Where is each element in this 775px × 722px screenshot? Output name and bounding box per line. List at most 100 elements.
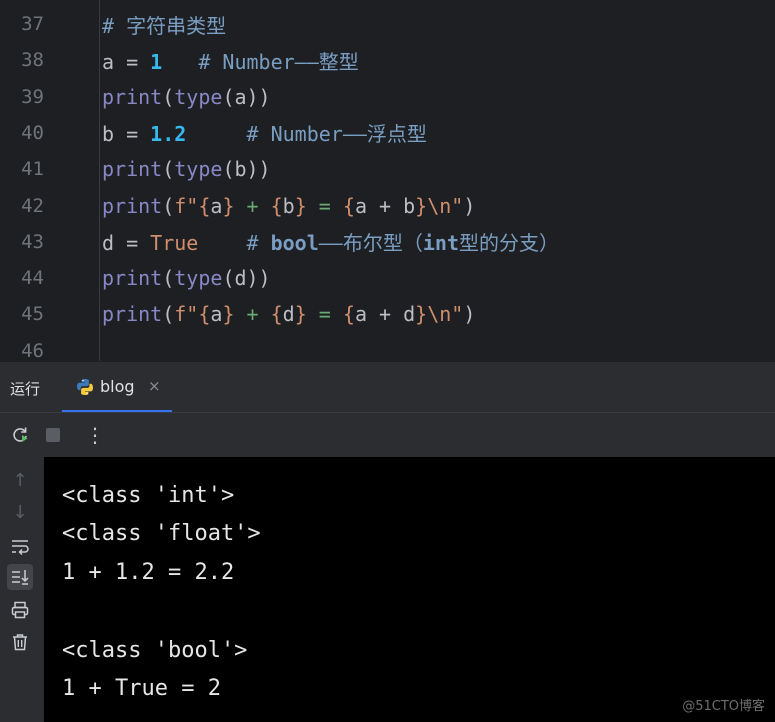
- code-token: ": [451, 302, 464, 327]
- code-token: {: [342, 302, 355, 327]
- line-code: print(type(d)): [102, 266, 271, 290]
- line-code: print(f"{a} + {b} = {a + b}\n"): [102, 194, 475, 218]
- code-token: 整型: [318, 49, 359, 74]
- console-line: <class 'int'>: [62, 483, 235, 508]
- code-token: #: [198, 231, 271, 256]
- scroll-up-button[interactable]: ↑: [7, 467, 33, 493]
- code-token: print: [102, 84, 163, 109]
- code-token: (: [162, 84, 175, 109]
- scroll-to-end-icon: [12, 570, 29, 585]
- code-token: a: [210, 193, 223, 218]
- code-token: int: [422, 231, 459, 256]
- code-editor[interactable]: 37 # 字符串类型 38 a = 1 # Number——整型 39 print(typ…: [0, 0, 775, 361]
- watermark: @51CTO博客: [682, 699, 765, 714]
- close-icon[interactable]: ×: [148, 377, 161, 395]
- kebab-icon: ⋮: [85, 423, 105, 447]
- line-code: # 字符串类型: [102, 10, 226, 39]
- scroll-down-button[interactable]: ↓: [7, 499, 33, 525]
- line-number: 40: [21, 121, 44, 144]
- stop-button[interactable]: [41, 423, 65, 447]
- clear-all-button[interactable]: [7, 629, 33, 655]
- code-token: type: [174, 157, 223, 182]
- soft-wrap-button[interactable]: [7, 533, 33, 559]
- code-token: }: [222, 193, 235, 218]
- print-button[interactable]: [7, 597, 33, 623]
- code-line[interactable]: 43 d = True # bool——布尔型（int型的分支）: [0, 224, 775, 260]
- code-token: print: [102, 157, 163, 182]
- ide-window: 37 # 字符串类型 38 a = 1 # Number——整型 39 print(typ…: [0, 0, 775, 722]
- code-token: (a)): [222, 84, 271, 109]
- line-number: 39: [21, 85, 44, 108]
- code-token: }: [415, 302, 428, 327]
- run-panel-label: 运行: [10, 380, 41, 398]
- code-token: 型的分支）: [458, 231, 559, 256]
- python-icon: [77, 379, 93, 395]
- arrow-down-icon: ↓: [12, 501, 28, 523]
- code-token: 浮点型: [366, 122, 427, 147]
- code-token: a + b: [354, 193, 416, 218]
- code-token: (: [162, 302, 175, 327]
- code-line[interactable]: 45 print(f"{a} + {d} = {a + d}\n"): [0, 296, 775, 332]
- console-line: <class 'float'>: [62, 521, 261, 546]
- code-line[interactable]: 42 print(f"{a} + {b} = {a + b}\n"): [0, 188, 775, 224]
- line-number: 37: [21, 13, 44, 35]
- code-token: }: [222, 302, 235, 327]
- scroll-to-end-button[interactable]: [7, 564, 33, 590]
- code-token: (b)): [222, 157, 271, 182]
- code-token: =: [306, 193, 343, 218]
- line-number: 42: [21, 194, 44, 217]
- code-line[interactable]: 39 print(type(a)): [0, 79, 775, 115]
- code-line[interactable]: 37 # 字符串类型: [0, 6, 775, 42]
- arrow-up-icon: ↑: [12, 469, 28, 491]
- code-token: a: [210, 302, 223, 327]
- line-code: print(type(a)): [102, 85, 271, 109]
- code-token: =: [306, 302, 343, 327]
- code-token: print: [102, 193, 163, 218]
- code-token: 1: [150, 49, 163, 74]
- line-code: a = 1 # Number——整型: [102, 46, 359, 75]
- console-output[interactable]: <class 'int'> <class 'float'> 1 + 1.2 = …: [44, 457, 775, 722]
- code-token: \n: [427, 193, 452, 218]
- line-code: d = True # bool——布尔型（int型的分支）: [102, 227, 559, 256]
- code-token: d =: [102, 231, 151, 256]
- rerun-icon: [13, 427, 28, 442]
- console-side-rail: ↑ ↓: [0, 457, 44, 722]
- code-token: (: [162, 266, 175, 291]
- code-token: }: [294, 193, 307, 218]
- code-token: \n: [427, 302, 452, 327]
- line-number: 46: [21, 339, 44, 361]
- console-line: <class 'bool'>: [62, 638, 248, 663]
- code-line[interactable]: 38 a = 1 # Number——整型: [0, 42, 775, 78]
- line-number: 38: [21, 49, 44, 72]
- stop-icon: [46, 428, 60, 442]
- code-token: a =: [102, 49, 151, 74]
- code-token: print: [102, 302, 163, 327]
- line-number: 45: [21, 303, 44, 326]
- code-token: b: [282, 193, 295, 218]
- rerun-button[interactable]: [8, 423, 32, 447]
- code-token: }: [415, 193, 428, 218]
- code-token: ): [463, 193, 476, 218]
- code-token: # Number——: [162, 49, 319, 74]
- more-options-button[interactable]: ⋮: [83, 423, 107, 447]
- code-line[interactable]: 44 print(type(d)): [0, 260, 775, 296]
- code-token: (: [162, 157, 175, 182]
- code-line[interactable]: 40 b = 1.2 # Number——浮点型: [0, 115, 775, 151]
- code-token: (d)): [222, 266, 271, 291]
- code-token: 字符串类型: [126, 13, 227, 38]
- code-token: 布尔型（: [342, 231, 423, 256]
- print-icon: [11, 601, 29, 619]
- code-token: # Number——: [186, 122, 367, 147]
- code-line[interactable]: 41 print(type(b)): [0, 151, 775, 187]
- line-code: print(f"{a} + {d} = {a + d}\n"): [102, 302, 475, 326]
- code-line[interactable]: 46: [0, 333, 775, 361]
- code-token: type: [174, 84, 223, 109]
- code-token: f": [174, 193, 199, 218]
- run-toolbar: ⋮: [0, 412, 775, 457]
- console-line: 1 + 1.2 = 2.2: [62, 560, 235, 585]
- soft-wrap-icon: [12, 540, 29, 556]
- run-panel-header: 运行 blog ×: [0, 361, 775, 413]
- run-tab-blog[interactable]: blog ×: [62, 362, 172, 413]
- code-token: ——: [318, 231, 343, 256]
- line-code: b = 1.2 # Number——浮点型: [102, 118, 427, 147]
